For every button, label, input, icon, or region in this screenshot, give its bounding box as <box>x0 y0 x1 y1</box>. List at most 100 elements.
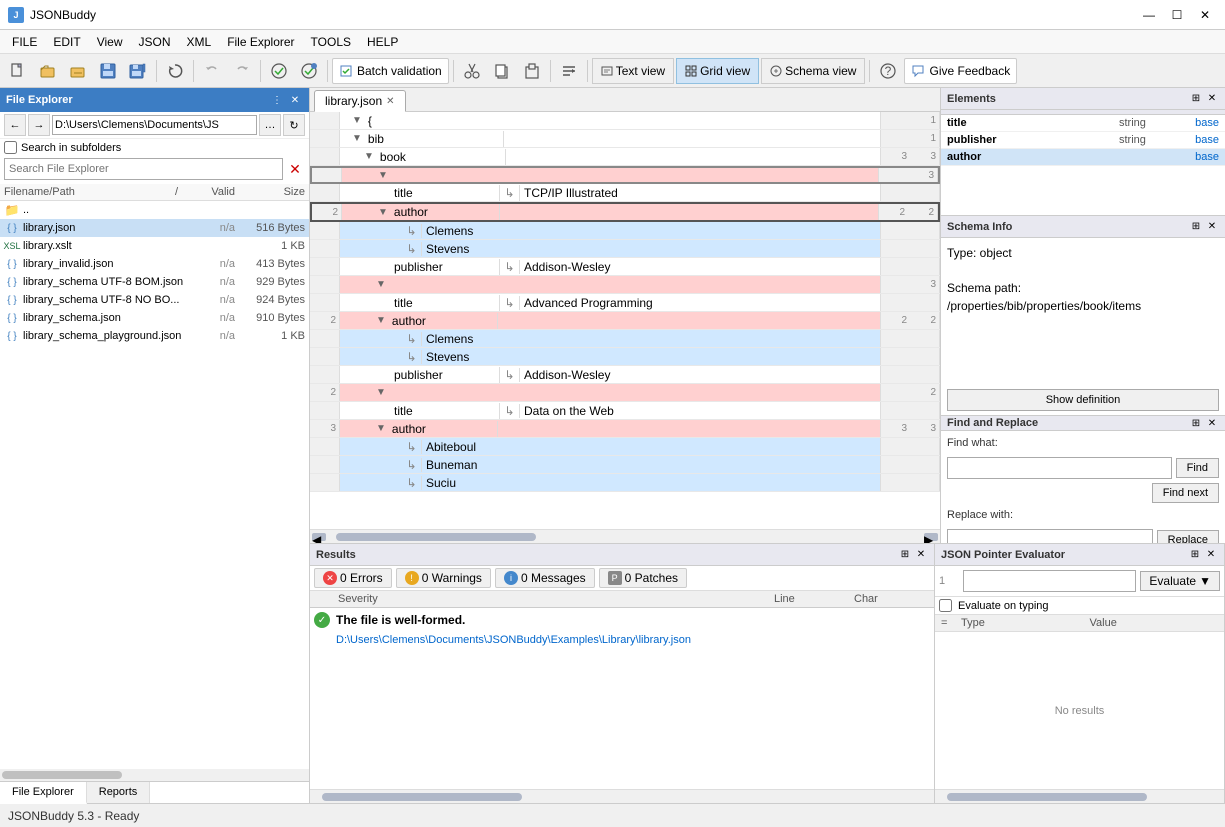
redo-button[interactable] <box>228 58 256 84</box>
open-recent-button[interactable] <box>64 58 92 84</box>
pointer-input[interactable] <box>963 570 1136 592</box>
json-grid[interactable]: ▼ { 1 ▼ bib <box>310 112 940 529</box>
evaluate-dropdown-icon[interactable]: ▼ <box>1199 574 1211 588</box>
pointer-close-button[interactable]: ✕ <box>1204 548 1218 562</box>
schema-info-close-button[interactable]: ✕ <box>1205 220 1219 234</box>
collapse-icon[interactable]: ▼ <box>352 133 362 144</box>
save-button[interactable] <box>94 58 122 84</box>
menu-edit[interactable]: EDIT <box>45 33 88 51</box>
result-file-path[interactable]: D:\Users\Clemens\Documents\JSONBuddy\Exa… <box>336 634 691 646</box>
validate-button[interactable] <box>265 58 293 84</box>
open-button[interactable] <box>34 58 62 84</box>
list-item[interactable]: title string base <box>941 115 1225 132</box>
cut-button[interactable] <box>458 58 486 84</box>
doc-tab-library[interactable]: library.json ✕ <box>314 90 406 112</box>
refresh-button[interactable]: ↻ <box>283 114 305 136</box>
browse-button[interactable]: … <box>259 114 281 136</box>
list-item[interactable]: author base <box>941 149 1225 166</box>
col-sort[interactable]: / <box>175 186 185 198</box>
errors-tab-button[interactable]: ✕ 0 Errors <box>314 568 392 588</box>
find-next-button[interactable]: Find next <box>1152 483 1219 503</box>
pin-button[interactable]: ⋮ <box>269 92 285 108</box>
path-input[interactable] <box>52 115 257 135</box>
messages-tab-button[interactable]: i 0 Messages <box>495 568 595 588</box>
close-panel-button[interactable]: ✕ <box>287 92 303 108</box>
scroll-thumb[interactable] <box>2 771 122 779</box>
menu-tools[interactable]: TOOLS <box>303 33 359 51</box>
collapse-icon[interactable]: ▼ <box>378 207 388 218</box>
scroll-thumb[interactable] <box>322 793 522 801</box>
back-button[interactable]: ← <box>4 114 26 136</box>
results-close-button[interactable]: ✕ <box>914 548 928 562</box>
horizontal-scrollbar[interactable] <box>0 769 309 781</box>
find-replace-pin-button[interactable]: ⊞ <box>1189 416 1203 430</box>
collapse-icon[interactable]: ▼ <box>378 170 388 181</box>
search-input[interactable] <box>4 158 283 180</box>
scroll-left-btn[interactable]: ◀ <box>312 533 326 541</box>
format-button[interactable] <box>555 58 583 84</box>
results-pin-button[interactable]: ⊞ <box>898 548 912 562</box>
collapse-icon[interactable]: ▼ <box>376 315 386 326</box>
tab-close-button[interactable]: ✕ <box>386 96 394 107</box>
pointer-scrollbar[interactable] <box>935 789 1224 803</box>
replace-with-input[interactable] <box>947 529 1153 543</box>
collapse-icon[interactable]: ▼ <box>376 279 386 290</box>
grid-view-button[interactable]: Grid view <box>676 58 759 84</box>
search-clear-button[interactable]: ✕ <box>285 158 305 180</box>
paste-button[interactable] <box>518 58 546 84</box>
patches-tab-button[interactable]: P 0 Patches <box>599 568 687 588</box>
find-what-input[interactable] <box>947 457 1172 479</box>
elements-close-button[interactable]: ✕ <box>1205 92 1219 106</box>
list-item[interactable]: { } library_schema_playground.json n/a 1… <box>0 327 309 345</box>
menu-file-explorer[interactable]: File Explorer <box>219 33 302 51</box>
list-item[interactable]: { } library_schema UTF-8 NO BO... n/a 92… <box>0 291 309 309</box>
list-item[interactable]: 📁 .. <box>0 201 309 219</box>
menu-view[interactable]: View <box>89 33 131 51</box>
close-button[interactable]: ✕ <box>1193 5 1217 25</box>
list-item[interactable]: { } library.json n/a 516 Bytes <box>0 219 309 237</box>
collapse-icon[interactable]: ▼ <box>376 387 386 398</box>
collapse-icon[interactable]: ▼ <box>352 115 362 126</box>
list-item[interactable]: { } library_schema.json n/a 910 Bytes <box>0 309 309 327</box>
scroll-thumb[interactable] <box>947 793 1147 801</box>
scroll-thumb[interactable] <box>336 533 536 541</box>
give-feedback-button[interactable]: Give Feedback <box>904 58 1017 84</box>
schema-info-pin-button[interactable]: ⊞ <box>1189 220 1203 234</box>
menu-xml[interactable]: XML <box>179 33 220 51</box>
tab-reports[interactable]: Reports <box>87 782 151 803</box>
collapse-icon[interactable]: ▼ <box>376 423 386 434</box>
reload-button[interactable] <box>161 58 189 84</box>
menu-file[interactable]: FILE <box>4 33 45 51</box>
find-button[interactable]: Find <box>1176 458 1219 478</box>
text-view-button[interactable]: Text view <box>592 58 674 84</box>
elements-pin-button[interactable]: ⊞ <box>1189 92 1203 106</box>
new-button[interactable] <box>4 58 32 84</box>
menu-json[interactable]: JSON <box>130 33 178 51</box>
warnings-tab-button[interactable]: ! 0 Warnings <box>396 568 491 588</box>
horizontal-scrollbar[interactable]: ◀ ▶ <box>310 529 940 543</box>
collapse-icon[interactable]: ▼ <box>364 151 374 162</box>
pointer-pin-button[interactable]: ⊞ <box>1188 548 1202 562</box>
list-item[interactable]: { } library_invalid.json n/a 413 Bytes <box>0 255 309 273</box>
show-definition-button[interactable]: Show definition <box>947 389 1219 411</box>
search-subfolders-checkbox[interactable] <box>4 141 17 154</box>
schema-view-button[interactable]: Schema view <box>761 58 865 84</box>
scroll-right-btn[interactable]: ▶ <box>924 533 938 541</box>
tab-file-explorer[interactable]: File Explorer <box>0 782 87 804</box>
list-item[interactable]: publisher string base <box>941 132 1225 149</box>
find-replace-close-button[interactable]: ✕ <box>1205 416 1219 430</box>
help-button[interactable]: ? <box>874 58 902 84</box>
schema-validate-button[interactable] <box>295 58 323 84</box>
maximize-button[interactable]: ☐ <box>1165 5 1189 25</box>
evaluate-on-typing-checkbox[interactable] <box>939 599 952 612</box>
undo-button[interactable] <box>198 58 226 84</box>
evaluate-button[interactable]: Evaluate ▼ <box>1140 571 1220 591</box>
list-item[interactable]: { } library_schema UTF-8 BOM.json n/a 92… <box>0 273 309 291</box>
save-all-button[interactable] <box>124 58 152 84</box>
batch-validation-button[interactable]: Batch validation <box>332 58 449 84</box>
results-scrollbar[interactable] <box>310 789 934 803</box>
list-item[interactable]: XSL library.xslt 1 KB <box>0 237 309 255</box>
copy-button[interactable] <box>488 58 516 84</box>
minimize-button[interactable]: — <box>1137 5 1161 25</box>
forward-button[interactable]: → <box>28 114 50 136</box>
